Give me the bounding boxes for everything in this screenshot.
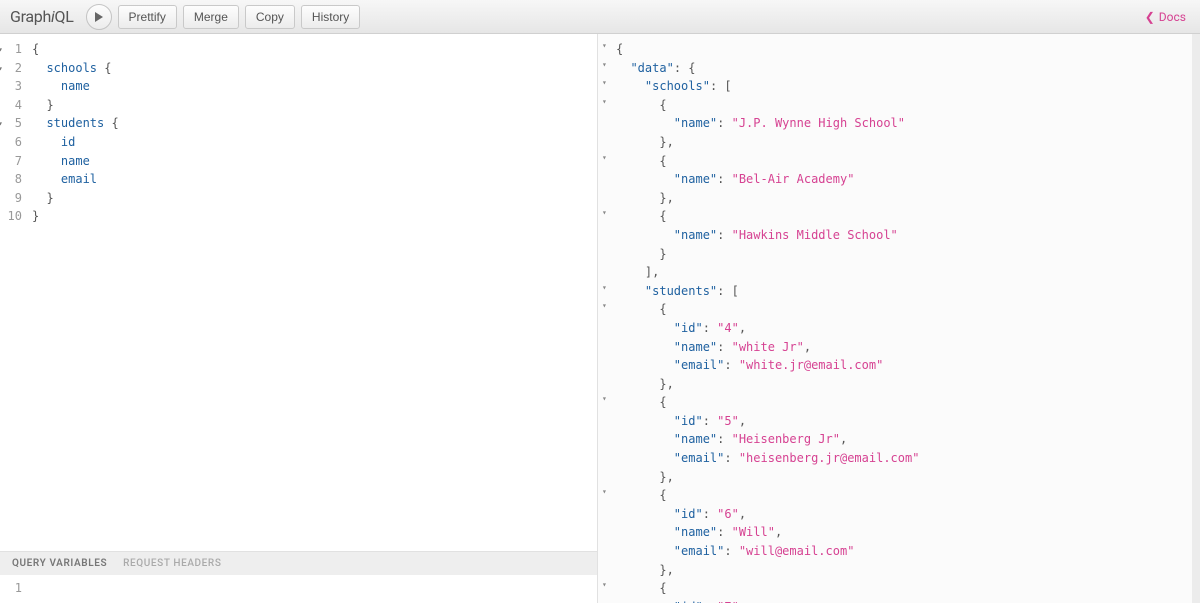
result-json: { "data": { "schools": [ { "name": "J.P.… <box>598 34 1192 603</box>
toolbar: GraphiQL Prettify Merge Copy History ❮ D… <box>0 0 1200 34</box>
tab-query-variables[interactable]: QUERY VARIABLES <box>12 558 107 569</box>
app-logo: GraphiQL <box>10 7 74 26</box>
copy-button[interactable]: Copy <box>245 5 295 29</box>
history-button[interactable]: History <box>301 5 360 29</box>
query-code[interactable]: { schools { name } students { id name em… <box>26 34 597 551</box>
variables-header[interactable]: QUERY VARIABLES REQUEST HEADERS <box>0 551 597 575</box>
result-fold-gutter: ▾▾▾▾▾▾▾▾▾▾▾▾▾ <box>602 40 612 603</box>
result-pane[interactable]: ▾▾▾▾▾▾▾▾▾▾▾▾▾ { "data": { "schools": [ {… <box>598 34 1200 603</box>
execute-button[interactable] <box>86 4 112 30</box>
variables-gutter: 1 <box>0 581 26 603</box>
main-split: ▾1 ▾2 3 4 ▾5 6 7 8 9 10 { schools { name… <box>0 34 1200 603</box>
merge-button[interactable]: Merge <box>183 5 239 29</box>
result-scrollbar[interactable] <box>1185 36 1190 588</box>
prettify-button[interactable]: Prettify <box>118 5 177 29</box>
docs-toggle[interactable]: ❮ Docs <box>1141 10 1190 24</box>
variables-editor[interactable]: 1 <box>0 575 597 603</box>
query-editor[interactable]: ▾1 ▾2 3 4 ▾5 6 7 8 9 10 { schools { name… <box>0 34 597 551</box>
line-gutter: ▾1 ▾2 3 4 ▾5 6 7 8 9 10 <box>0 34 26 551</box>
play-icon <box>94 12 104 22</box>
chevron-left-icon: ❮ <box>1145 10 1155 24</box>
query-pane: ▾1 ▾2 3 4 ▾5 6 7 8 9 10 { schools { name… <box>0 34 598 603</box>
docs-label: Docs <box>1159 10 1186 24</box>
tab-request-headers[interactable]: REQUEST HEADERS <box>123 558 221 569</box>
